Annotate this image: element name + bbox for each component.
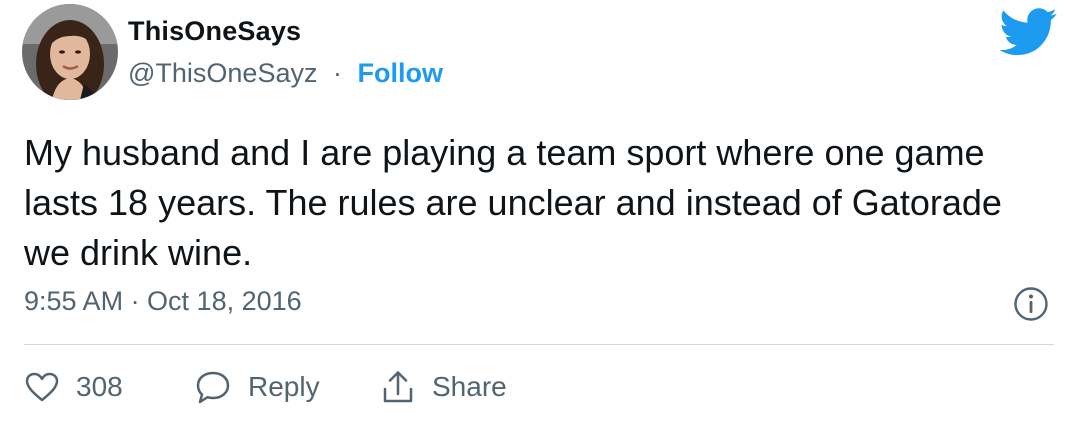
tweet-timestamp[interactable]: 9:55 AM · Oct 18, 2016 (24, 286, 302, 317)
tweet-text: My husband and I are playing a team spor… (24, 132, 1002, 273)
speech-bubble-icon (196, 371, 230, 404)
share-arrow-icon (383, 371, 413, 403)
info-icon-graphic (1014, 287, 1048, 321)
follow-button[interactable]: Follow (358, 58, 443, 88)
info-icon[interactable] (1013, 286, 1049, 322)
like-count: 308 (76, 371, 123, 402)
author-display-name[interactable]: ThisOneSays (128, 16, 301, 47)
author-handle-row: @ThisOneSayz · Follow (128, 58, 443, 89)
reply-button[interactable]: Reply (194, 364, 320, 410)
author-handle[interactable]: @ThisOneSayz (128, 58, 317, 88)
heart-icon (25, 372, 59, 402)
share-label: Share (432, 371, 507, 402)
avatar-photo (22, 4, 118, 100)
like-button[interactable]: 308 (24, 364, 123, 410)
share-button[interactable]: Share (380, 364, 507, 410)
handle-separator: · (333, 58, 342, 88)
twitter-bird-icon[interactable] (999, 8, 1058, 56)
divider (24, 344, 1054, 345)
reply-label: Reply (248, 371, 320, 402)
tweet-card: ThisOneSays @ThisOneSayz · Follow My hus… (0, 0, 1072, 426)
twitter-bird-icon-graphic (999, 8, 1057, 56)
avatar[interactable] (22, 4, 118, 100)
